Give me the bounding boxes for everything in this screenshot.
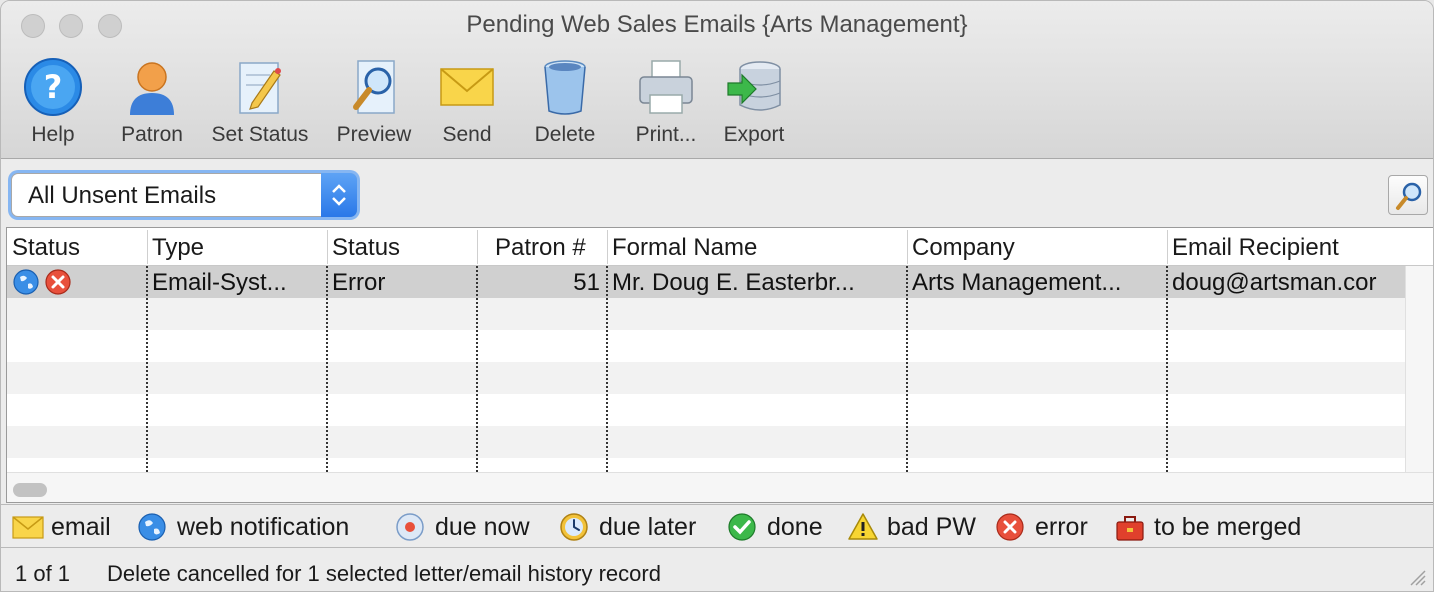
printer-icon bbox=[639, 60, 693, 114]
export-label: Export bbox=[723, 123, 785, 146]
cell-status: Error bbox=[332, 269, 386, 296]
empty-row bbox=[7, 298, 1405, 330]
help-button[interactable]: ? Help bbox=[22, 57, 84, 147]
column-divider bbox=[1166, 266, 1168, 472]
legend-to-be-merged-label: to be merged bbox=[1154, 513, 1302, 541]
search-button[interactable] bbox=[1388, 175, 1428, 215]
toolbox-icon bbox=[1116, 516, 1144, 541]
status-bar: 1 of 1 Delete cancelled for 1 selected l… bbox=[1, 549, 1433, 591]
column-divider bbox=[146, 266, 148, 472]
preview-icon bbox=[353, 60, 395, 114]
table-header: Status Type Status Patron # Formal Name … bbox=[7, 228, 1433, 266]
export-button[interactable]: Export bbox=[717, 57, 791, 147]
col-email-recipient[interactable]: Email Recipient bbox=[1172, 234, 1339, 262]
globe-icon bbox=[138, 513, 166, 541]
cell-company: Arts Management... bbox=[912, 269, 1122, 296]
set-status-label: Set Status bbox=[211, 123, 309, 146]
resize-grip-icon[interactable] bbox=[1409, 569, 1427, 587]
preview-label: Preview bbox=[336, 123, 412, 146]
legend-error-label: error bbox=[1035, 513, 1088, 541]
help-label: Help bbox=[31, 123, 75, 146]
legend-due-later-label: due later bbox=[599, 513, 697, 541]
due-now-icon bbox=[396, 513, 424, 541]
col-type[interactable]: Type bbox=[152, 234, 204, 262]
legend-due-now-label: due now bbox=[435, 513, 530, 541]
column-divider bbox=[606, 266, 608, 472]
legend-web-notification-label: web notification bbox=[177, 513, 350, 541]
record-count: 1 of 1 bbox=[15, 561, 71, 586]
error-icon bbox=[45, 269, 71, 295]
export-database-icon bbox=[727, 61, 781, 111]
legend-bad-pw-label: bad PW bbox=[887, 513, 976, 541]
column-divider bbox=[906, 266, 908, 472]
web-notification-icon bbox=[13, 269, 39, 295]
print-label: Print... bbox=[635, 123, 697, 146]
updown-chevrons-icon bbox=[321, 173, 357, 217]
delete-button[interactable]: Delete bbox=[529, 57, 601, 147]
check-icon bbox=[728, 513, 756, 541]
print-button[interactable]: Print... bbox=[629, 57, 703, 147]
col-company[interactable]: Company bbox=[912, 234, 1015, 262]
table-row[interactable]: Email-Syst... Error 51 Mr. Doug E. Easte… bbox=[7, 266, 1405, 298]
send-envelope-icon bbox=[440, 68, 494, 106]
trash-icon bbox=[544, 60, 586, 115]
legend-email-label: email bbox=[51, 513, 111, 541]
emails-table: Status Type Status Patron # Formal Name … bbox=[6, 227, 1433, 503]
empty-row bbox=[7, 362, 1405, 394]
column-divider bbox=[476, 266, 478, 472]
preview-button[interactable]: Preview bbox=[331, 57, 417, 147]
col-formal-name[interactable]: Formal Name bbox=[612, 234, 757, 262]
send-label: Send bbox=[442, 123, 492, 146]
empty-row bbox=[7, 394, 1405, 426]
email-icon bbox=[12, 516, 44, 539]
cell-patron-number: 51 bbox=[573, 269, 600, 296]
status-legend: email web notification due now due later bbox=[1, 504, 1433, 548]
clock-icon bbox=[560, 513, 588, 541]
cell-email-recipient: doug@artsman.cor bbox=[1172, 269, 1377, 296]
error-icon bbox=[996, 513, 1024, 541]
cell-formal-name: Mr. Doug E. Easterbr... bbox=[612, 269, 855, 296]
patron-label: Patron bbox=[121, 123, 183, 146]
col-status[interactable]: Status bbox=[332, 234, 400, 262]
patron-button[interactable]: Patron bbox=[116, 57, 188, 147]
horizontal-scrollbar[interactable] bbox=[7, 472, 1433, 502]
set-status-icon bbox=[239, 62, 281, 114]
send-button[interactable]: Send bbox=[437, 57, 497, 147]
email-filter-value: All Unsent Emails bbox=[28, 182, 217, 209]
window-title: Pending Web Sales Emails {Arts Managemen… bbox=[466, 11, 968, 38]
cell-type: Email-Syst... bbox=[152, 269, 287, 296]
set-status-button[interactable]: Set Status bbox=[203, 57, 317, 147]
empty-row bbox=[7, 330, 1405, 362]
email-filter-select[interactable]: All Unsent Emails bbox=[11, 173, 357, 217]
col-status-icons[interactable]: Status bbox=[12, 234, 80, 262]
empty-row bbox=[7, 426, 1405, 458]
title-toolbar: Pending Web Sales Emails {Arts Managemen… bbox=[1, 1, 1433, 159]
magnifier-icon bbox=[1396, 182, 1422, 210]
help-icon: ? bbox=[24, 58, 82, 116]
warning-icon bbox=[848, 513, 878, 540]
patron-icon bbox=[130, 62, 174, 115]
delete-label: Delete bbox=[534, 123, 596, 146]
window: Pending Web Sales Emails {Arts Managemen… bbox=[0, 0, 1434, 592]
svg-text:?: ? bbox=[44, 68, 63, 106]
column-divider bbox=[326, 266, 328, 472]
vertical-scrollbar[interactable] bbox=[1405, 266, 1433, 472]
scroll-thumb[interactable] bbox=[13, 483, 47, 497]
legend-done-label: done bbox=[767, 513, 823, 541]
status-message: Delete cancelled for 1 selected letter/e… bbox=[107, 561, 661, 586]
col-patron-number[interactable]: Patron # bbox=[495, 234, 586, 262]
